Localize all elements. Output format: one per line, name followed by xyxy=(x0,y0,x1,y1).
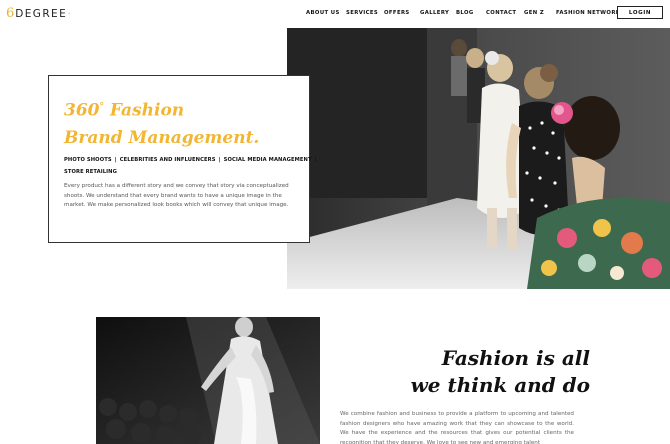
services-list: PHOTO SHOOTS | CELEBRITIES AND INFLUENCERS… xyxy=(64,154,317,178)
nav-fashion-network[interactable]: FASHION NETWORK xyxy=(556,8,620,18)
section-title-line-1: Fashion is all xyxy=(441,346,590,370)
hero-title-word: Fashion xyxy=(104,100,185,121)
service-celebrities-influencers[interactable]: CELEBRITIES AND INFLUENCERS xyxy=(120,157,216,163)
nav-services[interactable]: SERVICES xyxy=(346,8,378,18)
hero-title: 360° Fashion Brand Management. xyxy=(64,94,304,152)
service-separator: | xyxy=(114,157,117,163)
hero-title-number: 360 xyxy=(64,100,100,121)
nav-blog[interactable]: BLOG xyxy=(456,8,474,18)
nav-offers[interactable]: OFFERS xyxy=(384,8,410,18)
hero-title-line-2: Brand Management. xyxy=(64,127,260,148)
hero-description: Every product has a different story and … xyxy=(64,183,289,209)
login-button[interactable]: LOGIN xyxy=(617,6,663,19)
service-photo-shoots[interactable]: PHOTO SHOOTS xyxy=(64,157,112,163)
hero-card: 360° Fashion Brand Management. PHOTO SHO… xyxy=(48,75,317,243)
nav-about-us[interactable]: ABOUT US xyxy=(306,8,340,18)
runway-model-bw-photo-icon xyxy=(96,317,320,444)
service-separator: | xyxy=(218,157,221,163)
runway-model-photo xyxy=(96,317,320,444)
service-store-retailing[interactable]: STORE RETAILING xyxy=(64,169,117,175)
section-title: Fashion is all we think and do xyxy=(400,345,590,399)
main-nav: ABOUT US SERVICES OFFERS GALLERY BLOG CO… xyxy=(0,8,670,20)
section-title-line-2: we think and do xyxy=(410,373,590,397)
nav-gen-z[interactable]: GEN Z xyxy=(524,8,544,18)
hero-title-line-1: 360° Fashion xyxy=(64,94,304,125)
hero-runway-photo xyxy=(287,28,670,289)
section-description: We combine fashion and business to provi… xyxy=(340,411,574,444)
fashion-runway-photo-icon xyxy=(287,28,670,289)
service-separator: | xyxy=(314,157,317,163)
nav-contact[interactable]: CONTACT xyxy=(486,8,516,18)
site-header: 6 DEGREE ° ABOUT US SERVICES OFFERS GALL… xyxy=(0,0,670,28)
nav-gallery[interactable]: GALLERY xyxy=(420,8,449,18)
service-social-media-management[interactable]: SOCIAL MEDIA MANAGEMENT xyxy=(224,157,312,163)
